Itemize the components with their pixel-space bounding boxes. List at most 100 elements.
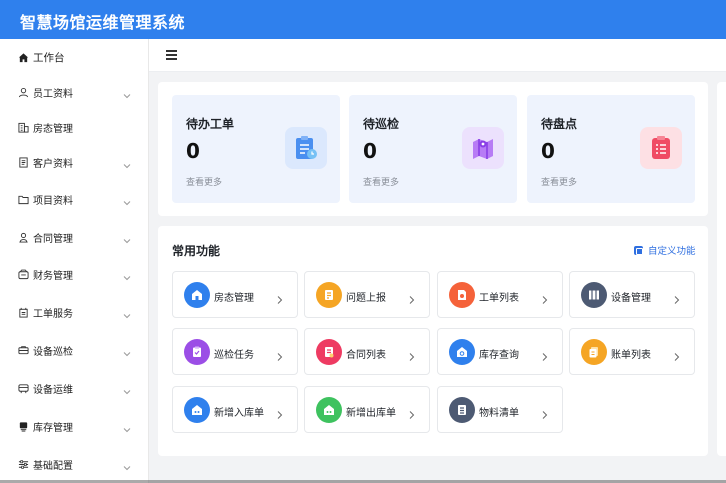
home-icon [16, 50, 30, 64]
chevron-right-icon [408, 290, 416, 304]
sidebar-item-label: 合同管理 [33, 233, 73, 245]
device-icon [581, 282, 607, 308]
sidebar-item-label: 工作台 [33, 51, 65, 64]
bill-icon [581, 339, 607, 365]
stat-title: 待办工单 [186, 117, 235, 131]
stock-out-icon [316, 397, 342, 423]
app-title: 智慧场馆运维管理系统 [20, 13, 186, 32]
func-material-list[interactable]: 物料清单 [437, 386, 563, 433]
stat-title: 待盘点 [541, 117, 578, 131]
view-more-link[interactable]: 查看更多 [363, 175, 399, 188]
user-icon [16, 85, 30, 99]
chevron-down-icon [122, 458, 132, 471]
func-label: 问题上报 [346, 293, 386, 304]
stat-count: 0 [541, 139, 555, 163]
chevron-right-icon [541, 347, 549, 361]
chevron-right-icon [673, 290, 681, 304]
func-contract-list[interactable]: 合同列表 [304, 328, 430, 375]
chevron-down-icon [122, 156, 132, 169]
stat-card-pending-inspection[interactable]: 待巡检 0 查看更多 [349, 95, 517, 203]
top-bar: 智慧场馆运维管理系统 [0, 0, 726, 39]
stat-count: 0 [186, 139, 200, 163]
func-bill-list[interactable]: 账单列表 [569, 328, 695, 375]
work-order-icon [449, 282, 475, 308]
report-icon [316, 282, 342, 308]
chevron-down-icon [122, 231, 132, 244]
func-work-order-list[interactable]: 工单列表 [437, 271, 563, 318]
stats-panel: 待办工单 0 查看更多 待巡检 0 查看更多 待盘点 0 查看更多 [158, 82, 708, 216]
chevron-down-icon [122, 382, 132, 395]
stat-card-pending-stocktake[interactable]: 待盘点 0 查看更多 [527, 95, 695, 203]
clipboard-icon [285, 127, 327, 169]
chevron-right-icon [276, 347, 284, 361]
func-device-management[interactable]: 设备管理 [569, 271, 695, 318]
sidebar-item-label: 财务管理 [33, 270, 73, 282]
sidebar-item-label: 工单服务 [33, 308, 73, 320]
chevron-right-icon [276, 290, 284, 304]
sidebar-item-clients[interactable]: 客户资料 [0, 144, 148, 180]
folder-icon [16, 192, 30, 206]
chevron-down-icon [122, 86, 132, 99]
chevron-down-icon [122, 344, 132, 357]
map-icon [462, 127, 504, 169]
sidebar-item-contracts[interactable]: 合同管理 [0, 219, 148, 255]
sidebar-item-label: 设备巡检 [33, 346, 73, 358]
person-icon [16, 230, 30, 244]
func-patrol-tasks[interactable]: 巡检任务 [172, 328, 298, 375]
sidebar-item-staff[interactable]: 员工资料 [0, 74, 148, 110]
view-more-link[interactable]: 查看更多 [541, 175, 577, 188]
sidebar-item-label: 客户资料 [33, 158, 73, 170]
stat-count: 0 [363, 139, 377, 163]
section-title: 常用功能 [172, 244, 221, 258]
func-inventory-query[interactable]: 库存查询 [437, 328, 563, 375]
customize-functions-link[interactable]: 自定义功能 [634, 243, 696, 257]
customize-icon [634, 245, 643, 255]
customize-label: 自定义功能 [648, 246, 696, 257]
chevron-down-icon [122, 420, 132, 433]
checklist-icon [640, 127, 682, 169]
chevron-right-icon [673, 347, 681, 361]
sidebar-item-room-status[interactable]: 房态管理 [0, 109, 148, 145]
inspection-icon [16, 343, 30, 357]
document-icon [16, 155, 30, 169]
material-list-icon [449, 397, 475, 423]
sidebar-item-base-config[interactable]: 基础配置 [0, 446, 148, 482]
stock-in-icon [184, 397, 210, 423]
chevron-down-icon [122, 268, 132, 281]
contract-icon [316, 339, 342, 365]
stat-card-pending-orders[interactable]: 待办工单 0 查看更多 [172, 95, 340, 203]
menu-toggle-icon[interactable] [166, 50, 178, 61]
sidebar-item-finance[interactable]: 财务管理 [0, 256, 148, 292]
sidebar-item-inventory[interactable]: 库存管理 [0, 408, 148, 444]
sidebar-item-label: 项目资料 [33, 195, 73, 207]
inventory-search-icon [449, 339, 475, 365]
maintenance-icon [16, 381, 30, 395]
sidebar-item-equipment-maintenance[interactable]: 设备运维 [0, 370, 148, 406]
chevron-right-icon [541, 290, 549, 304]
sliders-icon [16, 457, 30, 471]
sidebar-item-work-orders[interactable]: 工单服务 [0, 294, 148, 330]
view-more-link[interactable]: 查看更多 [186, 175, 222, 188]
func-label: 巡检任务 [214, 350, 254, 361]
stock-icon [16, 419, 30, 433]
sidebar-item-label: 库存管理 [33, 422, 73, 434]
chevron-right-icon [276, 405, 284, 419]
patrol-icon [184, 339, 210, 365]
sidebar-item-label: 房态管理 [33, 123, 73, 135]
func-label: 房态管理 [214, 293, 254, 304]
func-new-stock-in[interactable]: 新增入库单 [172, 386, 298, 433]
func-label: 新增入库单 [214, 408, 264, 419]
ticket-icon [16, 305, 30, 319]
stat-title: 待巡检 [363, 117, 400, 131]
sidebar-item-label: 设备运维 [33, 384, 73, 396]
func-new-stock-out[interactable]: 新增出库单 [304, 386, 430, 433]
room-icon [184, 282, 210, 308]
sidebar-item-workbench[interactable]: 工作台 [0, 39, 148, 75]
func-label: 工单列表 [479, 293, 519, 304]
func-label: 库存查询 [479, 350, 519, 361]
func-room-status[interactable]: 房态管理 [172, 271, 298, 318]
func-issue-report[interactable]: 问题上报 [304, 271, 430, 318]
building-icon [16, 120, 30, 134]
sidebar-item-projects[interactable]: 项目资料 [0, 181, 148, 217]
sidebar-item-equipment-inspection[interactable]: 设备巡检 [0, 332, 148, 368]
